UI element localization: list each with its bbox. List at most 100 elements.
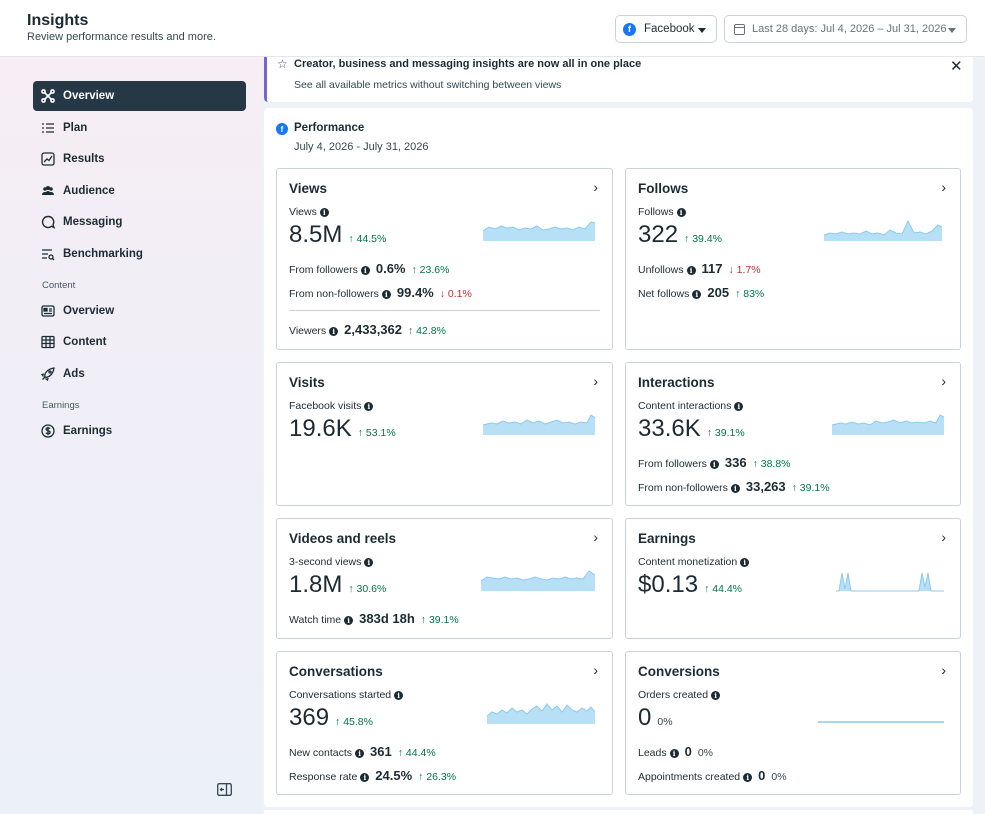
from-non-followers-value: 33,263 [745, 479, 786, 494]
interactions-card[interactable]: Interactions › Content interactions i 33.… [625, 362, 961, 506]
date-range-dropdown[interactable]: Last 28 days: Jul 4, 2026 – Jul 31, 2026 [724, 15, 967, 43]
page-header: Insights Review performance results and … [0, 0, 985, 57]
sidebar-item-content-overview[interactable]: Overview [33, 296, 246, 326]
videos-value: 1.8M [289, 571, 343, 598]
info-icon[interactable]: i [344, 615, 354, 625]
conversions-card[interactable]: Conversions › Orders created i 0 0% Leads i… [625, 651, 961, 795]
info-icon[interactable]: i [364, 557, 374, 567]
chevron-right-icon[interactable]: › [941, 529, 946, 545]
from-followers-label: From followers i [638, 458, 719, 470]
chevron-right-icon[interactable]: › [593, 529, 598, 545]
facebook-icon: f [276, 123, 288, 135]
divider [289, 310, 600, 311]
watch-time-change: ↑ 39.1% [420, 614, 459, 626]
sidebar-item-benchmarking[interactable]: Benchmarking [33, 239, 246, 269]
chevron-right-icon[interactable]: › [593, 373, 598, 389]
sidebar-item-label: Audience [63, 184, 115, 197]
sidebar-item-plan[interactable]: Plan [33, 113, 246, 143]
info-icon[interactable]: i [381, 289, 391, 299]
caret-down-icon [948, 28, 956, 33]
from-non-followers-label: From non-followers i [289, 288, 391, 300]
earnings-value: $0.13 [638, 571, 699, 598]
card-title: Views [289, 181, 328, 196]
metric-label: Conversations started i [289, 689, 404, 701]
chevron-right-icon[interactable]: › [593, 179, 598, 195]
from-followers-change: ↑ 38.8% [752, 458, 791, 470]
platform-dropdown[interactable]: f Facebook [615, 15, 717, 43]
sidebar-item-ads[interactable]: Ads [33, 359, 246, 389]
info-icon[interactable]: i [394, 690, 404, 700]
videos-sparkline [481, 570, 595, 591]
sidebar-item-content[interactable]: Content [33, 327, 246, 357]
interactions-value: 33.6K [638, 415, 701, 442]
sidebar-item-label: Plan [63, 121, 88, 134]
info-icon[interactable]: i [709, 459, 719, 469]
info-icon[interactable]: i [669, 748, 679, 758]
sidebar-item-label: Overview [63, 304, 115, 317]
info-icon[interactable]: i [740, 557, 750, 567]
people-icon [41, 184, 55, 198]
sidebar-item-label: Results [63, 153, 105, 165]
content-overview-icon [41, 304, 55, 318]
info-icon[interactable]: i [364, 401, 374, 411]
leads-change: 0% [697, 747, 714, 759]
sidebar-item-label: Content [63, 336, 107, 348]
info-icon[interactable]: i [360, 265, 370, 275]
conversations-change: ↑ 45.8% [335, 716, 373, 728]
banner-title: Creator, business and messaging insights… [294, 58, 642, 70]
section-label-earnings: Earnings [42, 399, 80, 411]
info-icon[interactable]: i [676, 207, 686, 217]
interactions-sparkline [832, 414, 944, 435]
card-title: Earnings [638, 531, 696, 546]
collapse-sidebar-icon[interactable] [217, 783, 232, 796]
chevron-right-icon[interactable]: › [593, 662, 598, 678]
info-icon[interactable]: i [319, 207, 329, 217]
close-icon[interactable]: ✕ [950, 57, 963, 75]
watch-time-label: Watch time i [289, 614, 354, 626]
net-follows-label: Net follows i [638, 288, 702, 300]
sidebar-item-audience[interactable]: Audience [33, 176, 246, 206]
chevron-right-icon[interactable]: › [941, 662, 946, 678]
grid-icon [41, 335, 55, 349]
sidebar-item-results[interactable]: Results [33, 144, 246, 174]
conversations-card[interactable]: Conversations › Conversations started i 3… [276, 651, 613, 795]
card-title: Visits [289, 375, 325, 390]
info-icon[interactable]: i [730, 483, 740, 493]
chevron-right-icon[interactable]: › [941, 373, 946, 389]
follows-value: 322 [638, 221, 679, 248]
info-icon[interactable]: i [360, 772, 370, 782]
sidebar-item-earnings[interactable]: Earnings [33, 416, 246, 446]
page-title: Insights [27, 12, 89, 29]
sidebar-item-messaging[interactable]: Messaging [33, 207, 246, 237]
info-icon[interactable]: i [743, 772, 753, 782]
info-icon[interactable]: i [329, 326, 339, 336]
sidebar-item-label: Earnings [63, 424, 113, 437]
section-label-content: Content [42, 279, 76, 291]
caret-down-icon [698, 28, 706, 33]
follows-card[interactable]: Follows › Follows i 322 ↑ 39.4% Unfollows i… [625, 168, 961, 350]
info-icon[interactable]: i [734, 401, 744, 411]
visits-card[interactable]: Visits › Facebook visits i 19.6K ↑ 53.1% [276, 362, 613, 506]
unfollows-change: ↓ 1.7% [728, 264, 761, 276]
info-icon[interactable]: i [711, 690, 721, 700]
from-non-followers-change: ↓ 0.1% [439, 288, 472, 300]
sidebar-item-label: Ads [63, 367, 85, 380]
info-icon[interactable]: i [355, 748, 365, 758]
appointments-change: 0% [771, 771, 787, 783]
net-follows-change: ↑ 83% [735, 288, 765, 300]
metric-label: Content monetization i [638, 556, 750, 568]
videos-reels-card[interactable]: Videos and reels › 3-second views i 1.8M ↑… [276, 518, 613, 639]
chevron-right-icon[interactable]: › [941, 179, 946, 195]
info-icon[interactable]: i [686, 265, 696, 275]
metric-label: 3-second views i [289, 556, 374, 568]
videos-change: ↑ 30.6% [348, 583, 387, 595]
info-icon[interactable]: i [692, 289, 702, 299]
sidebar-item-overview[interactable]: Overview [33, 81, 246, 111]
earnings-card[interactable]: Earnings › Content monetization i $0.13 ↑ … [625, 518, 961, 639]
benchmark-icon [41, 247, 55, 261]
earnings-sparkline [836, 572, 944, 592]
new-contacts-value: 361 [370, 744, 392, 759]
dollar-icon [41, 423, 55, 438]
views-card[interactable]: Views › Views i 8.5M ↑ 44.5% From follower… [276, 168, 613, 350]
announcement-banner: ☆ Creator, business and messaging insigh… [264, 57, 973, 102]
